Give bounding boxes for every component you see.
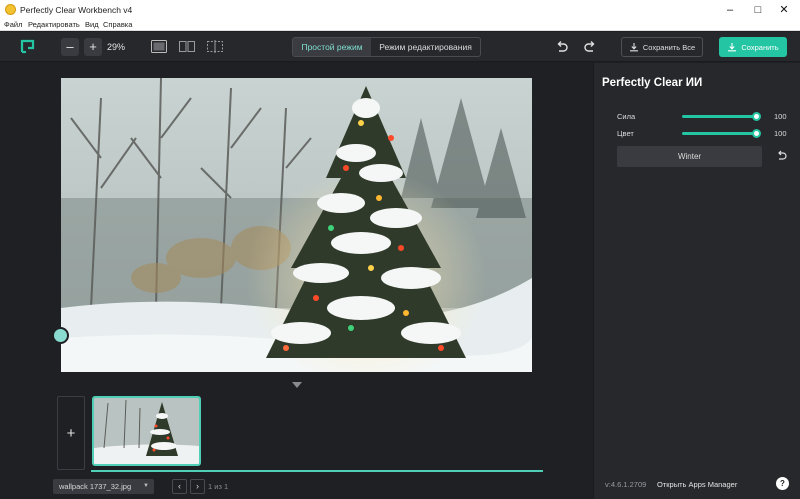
compare-slider-handle[interactable] [52,327,69,344]
color-slider-handle[interactable] [752,129,761,138]
color-label: Цвет [617,129,634,138]
tab-simple-mode[interactable]: Простой режим [293,38,371,56]
next-image-button[interactable]: › [190,479,205,494]
save-button[interactable]: Сохранить [719,37,787,57]
file-select[interactable]: wallpack 1737_32.jpg ▼ [53,479,154,494]
close-button[interactable]: ✕ [766,0,800,19]
perfectly-clear-logo-icon [20,39,35,54]
undo-icon[interactable] [555,40,569,54]
side-by-side-view-icon[interactable] [179,40,195,53]
main-photo[interactable] [61,78,532,372]
app-window: Perfectly Clear Workbench v4 – □ ✕ Файл … [0,0,800,499]
download-icon [629,43,638,52]
redo-icon[interactable] [583,40,597,54]
strength-slider[interactable] [682,115,757,118]
version-label: v:4.6.1.2709 [605,480,647,489]
prev-image-button[interactable]: ‹ [172,479,187,494]
image-canvas: + wallpack 1737_32.jpg ▼ ‹ › 1 из 1 [0,63,593,499]
app-logo-icon [5,4,16,15]
image-thumbnail[interactable] [92,396,201,466]
save-all-button[interactable]: Сохранить Все [621,37,703,57]
strength-slider-handle[interactable] [752,112,761,121]
title-bar: Perfectly Clear Workbench v4 – □ ✕ [0,0,800,19]
add-image-button[interactable]: + [57,396,85,470]
strength-value: 100 [774,112,787,121]
split-view-icon[interactable] [207,40,223,53]
menu-view[interactable]: Вид [85,20,99,29]
toolbar: – + 29% Простой режим Режим редактирован… [0,32,800,62]
menu-file[interactable]: Файл [4,20,22,29]
help-icon[interactable]: ? [776,477,789,490]
save-all-label: Сохранить Все [642,42,696,52]
color-value: 100 [774,129,787,138]
mode-switch: Простой режим Режим редактирования [292,37,481,57]
page-count: 1 из 1 [208,482,229,491]
open-apps-manager-link[interactable]: Открыть Apps Manager [657,480,737,489]
file-select-value: wallpack 1737_32.jpg [59,482,132,491]
chevron-down-icon: ▼ [143,483,149,489]
adjustments-panel: Perfectly Clear ИИ Сила 100 Цвет 100 Win… [593,63,800,499]
zoom-in-button[interactable]: + [84,38,102,56]
zoom-out-button[interactable]: – [61,38,79,56]
window-title: Perfectly Clear Workbench v4 [20,5,133,15]
tab-edit-mode[interactable]: Режим редактирования [371,38,480,56]
filmstrip-scrollbar[interactable] [91,470,543,472]
preset-select[interactable]: Winter [617,146,762,167]
menu-edit[interactable]: Редактировать [28,20,80,29]
panel-title: Perfectly Clear ИИ [602,77,703,89]
reset-icon[interactable] [776,150,788,162]
menu-help[interactable]: Справка [103,20,132,29]
zoom-level: 29% [107,42,126,52]
collapse-filmstrip-icon[interactable] [292,382,302,388]
menu-bar: Файл Редактировать Вид Справка [0,19,800,31]
download-icon [728,43,737,52]
save-label: Сохранить [741,42,779,52]
single-view-icon[interactable] [151,40,167,53]
color-slider[interactable] [682,132,757,135]
strength-label: Сила [617,112,636,121]
